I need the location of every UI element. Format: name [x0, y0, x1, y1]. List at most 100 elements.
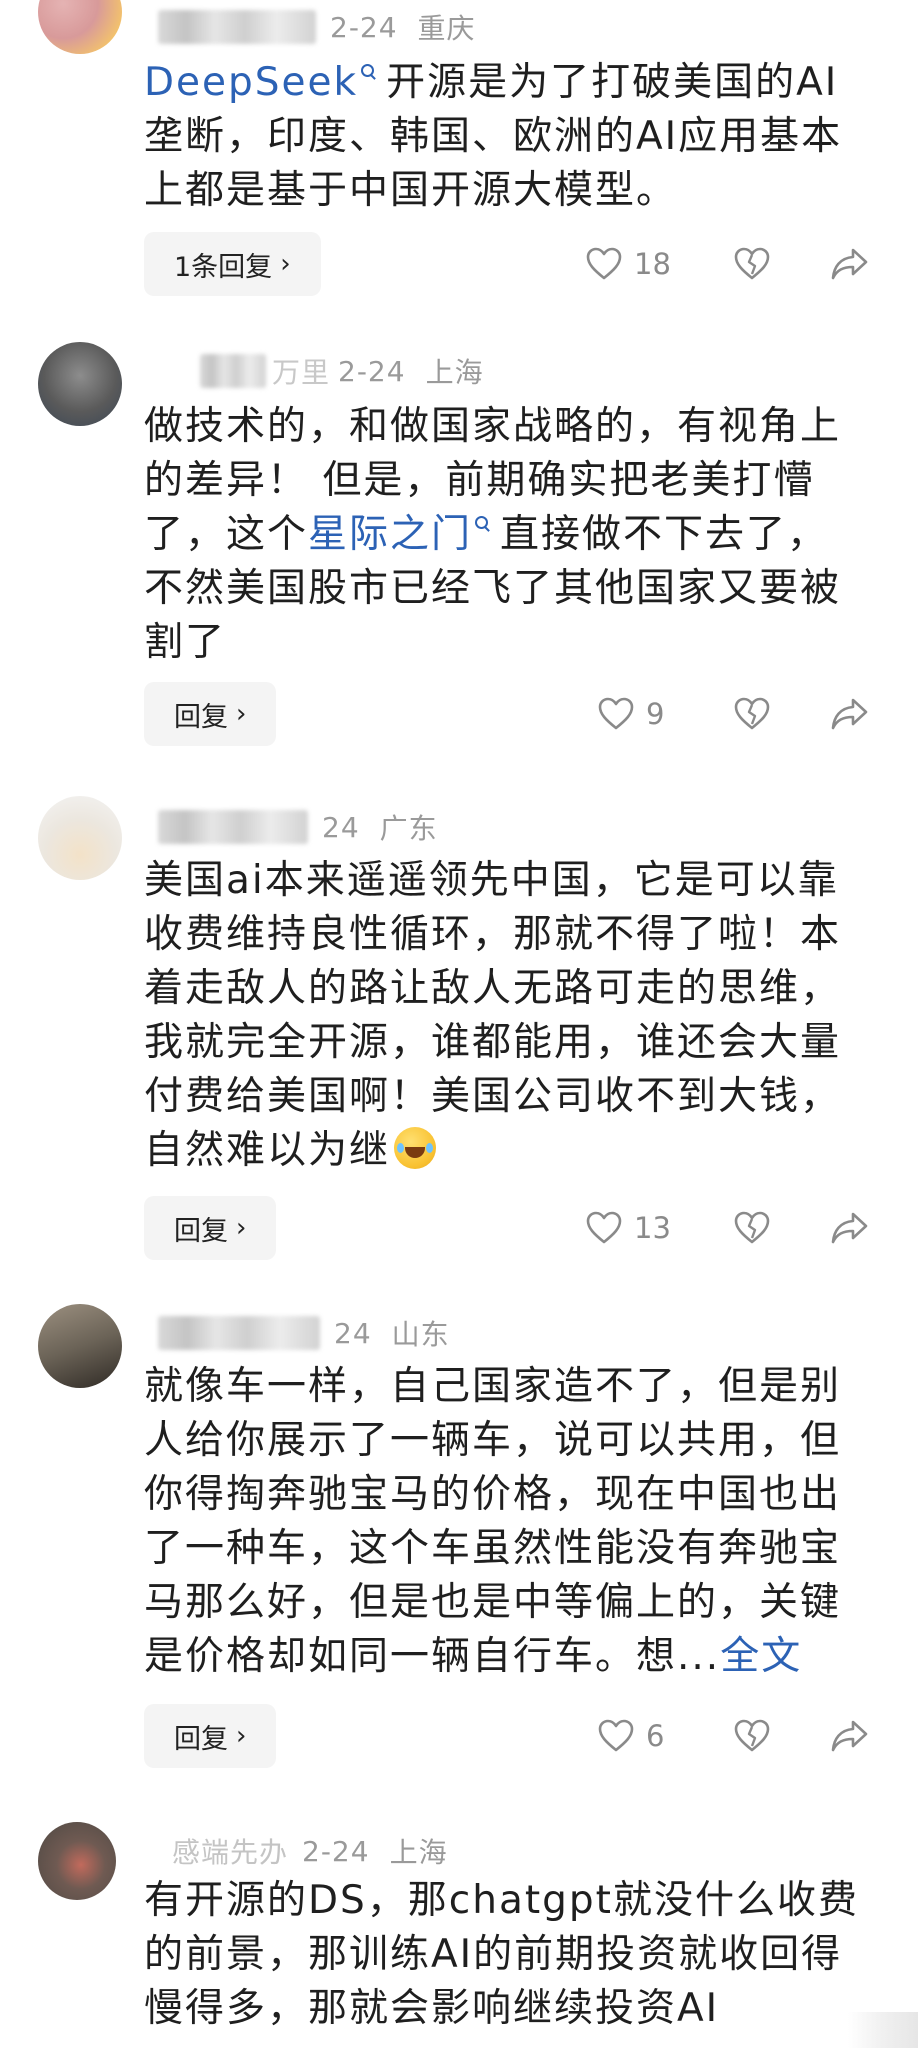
- comment-actions: 6: [598, 1704, 876, 1768]
- comment-actions: 18: [586, 232, 876, 296]
- laughing-emoji: [394, 1127, 437, 1169]
- username-partial[interactable]: 感端先办: [172, 1831, 288, 1871]
- comment-text-line: 直接做不下去了，: [500, 512, 829, 557]
- ellipsis: ...: [677, 1634, 721, 1679]
- expand-full-text-link[interactable]: 全文: [720, 1634, 802, 1679]
- comment-actions: 13: [586, 1196, 876, 1260]
- avatar[interactable]: [38, 1822, 116, 1900]
- comment-actions: 9: [598, 682, 876, 746]
- share-icon: [831, 1720, 868, 1752]
- comment-meta: 感端先办 2-24 上海: [172, 1828, 448, 1874]
- username-blurred[interactable]: [158, 1316, 320, 1350]
- comment-text-line: 慢得多，那就会影响继续投资AI: [144, 1986, 720, 2031]
- comment-date: 2-24: [302, 1834, 370, 1868]
- comment-text-line: 我就完全开源，谁都能用，谁还会大量: [144, 1020, 842, 1065]
- comment-location: 上海: [425, 356, 484, 389]
- comment-text-line: 人给你展示了一辆车，说可以共用，但: [144, 1418, 842, 1463]
- dislike-heart-icon: [734, 1211, 770, 1244]
- avatar[interactable]: [38, 796, 122, 880]
- comment-date: 2-24: [338, 354, 406, 388]
- comment-meta: 24 广东: [158, 804, 438, 850]
- reply-button-label: 回复: [174, 701, 228, 733]
- dislike-button[interactable]: [730, 242, 774, 286]
- heart-icon: [586, 247, 622, 280]
- comment-location: 重庆: [417, 12, 476, 45]
- comment-text-line: 开源是为了打破美国的AI: [386, 60, 839, 105]
- username-blurred[interactable]: [200, 354, 266, 388]
- heart-icon: [598, 1719, 634, 1752]
- comment-text-line: 就像车一样，自己国家造不了，但是别: [144, 1364, 842, 1409]
- comment-date: 2-24: [330, 10, 398, 44]
- comment-text: 有开源的DS，那chatgpt就没什么收费 的前景，那训练AI的前期投资就收回得…: [144, 1874, 864, 2036]
- reply-button-label: 回复: [174, 1723, 228, 1755]
- comment-text-line: 割了: [144, 620, 227, 665]
- comment-text: DeepSeek 开源是为了打破美国的AI 垄断，印度、韩国、欧洲的AI应用基本 …: [144, 56, 844, 218]
- comment-text-line: 的前景，那训练AI的前期投资就收回得: [144, 1932, 843, 1977]
- keyword-link-deepseek[interactable]: DeepSeek: [144, 60, 358, 105]
- heart-icon: [598, 697, 634, 730]
- username-blurred[interactable]: [158, 10, 316, 44]
- comment-text-line: 的差异！ 但是，前期确实把老美打懵: [144, 458, 815, 503]
- search-icon: [475, 516, 489, 529]
- like-count: 9: [646, 697, 665, 731]
- username-blurred[interactable]: [158, 810, 308, 844]
- reply-button[interactable]: 回复 ›: [144, 682, 277, 746]
- comment-text-line: 着走敌人的路让敌人无路可走的思维，: [144, 966, 842, 1011]
- comment-text-line: 美国ai本来遥遥领先中国，它是可以靠: [144, 858, 839, 903]
- like-button[interactable]: 6: [598, 1719, 664, 1753]
- comment-meta: 2-24 重庆: [158, 4, 476, 50]
- watermark: [848, 2012, 918, 2048]
- like-button[interactable]: 13: [586, 1211, 671, 1245]
- like-count: 13: [634, 1211, 671, 1245]
- comment-text-line: 不然美国股市已经飞了其他国家又要被: [144, 566, 842, 611]
- comment-text: 美国ai本来遥遥领先中国，它是可以靠 收费维持良性循环，那就不得了啦！本 着走敌…: [144, 854, 844, 1178]
- comment-text-line: 上都是基于中国开源大模型。: [144, 168, 678, 213]
- comment-text-line: 了一种车，这个车虽然性能没有奔驰宝: [144, 1526, 842, 1571]
- share-icon: [831, 698, 868, 730]
- dislike-button[interactable]: [730, 692, 774, 736]
- avatar[interactable]: [38, 0, 122, 54]
- like-count: 18: [634, 247, 671, 281]
- avatar[interactable]: [38, 342, 122, 426]
- comment-text-line: 是价格却如同一辆自行车。想: [144, 1634, 678, 1679]
- comment-text-line: 收费维持良性循环，那就不得了啦！本: [144, 912, 842, 957]
- share-icon: [831, 1212, 868, 1244]
- chevron-right-icon: ›: [236, 1721, 247, 1751]
- comment-meta: 万里 2-24 上海: [200, 348, 484, 394]
- comment-text-line: 有开源的DS，那chatgpt就没什么收费: [144, 1878, 859, 1923]
- share-button[interactable]: [828, 1714, 872, 1758]
- like-button[interactable]: 18: [586, 247, 671, 281]
- heart-icon: [586, 1211, 622, 1244]
- comment-text-line: 自然难以为继: [144, 1128, 391, 1173]
- keyword-link-stargate[interactable]: 星际之门: [308, 512, 472, 557]
- comment-text: 就像车一样，自己国家造不了，但是别 人给你展示了一辆车，说可以共用，但 你得掏奔…: [144, 1360, 844, 1684]
- reply-button-label: 回复: [174, 1215, 228, 1247]
- username-partial: 万里: [272, 356, 331, 389]
- avatar[interactable]: [38, 1304, 122, 1388]
- comment-text-line: 你得掏奔驰宝马的价格，现在中国也出: [144, 1472, 842, 1517]
- comment-text-line: 马那么好，但是也是中等偏上的，关键: [144, 1580, 842, 1625]
- comment-text: 做技术的，和做国家战略的，有视角上 的差异！ 但是，前期确实把老美打懵 了，这个…: [144, 400, 844, 670]
- comment-location: 上海: [389, 1836, 448, 1869]
- reply-button[interactable]: 回复 ›: [144, 1196, 277, 1260]
- dislike-heart-icon: [734, 697, 770, 730]
- share-button[interactable]: [828, 242, 872, 286]
- share-button[interactable]: [828, 1206, 872, 1250]
- like-button[interactable]: 9: [598, 697, 664, 731]
- dislike-button[interactable]: [730, 1206, 774, 1250]
- view-replies-button[interactable]: 1条回复 ›: [144, 232, 321, 296]
- comment-text-line: 付费给美国啊！美国公司收不到大钱，: [144, 1074, 842, 1119]
- chevron-right-icon: ›: [236, 1213, 247, 1243]
- search-icon: [361, 64, 375, 77]
- dislike-button[interactable]: [730, 1714, 774, 1758]
- comment-location: 广东: [379, 812, 438, 845]
- reply-button[interactable]: 回复 ›: [144, 1704, 277, 1768]
- share-button[interactable]: [828, 692, 872, 736]
- comment-date: 24: [334, 1316, 372, 1350]
- reply-button-label: 1条回复: [174, 251, 273, 283]
- comment-text-line: 做技术的，和做国家战略的，有视角上: [144, 404, 842, 449]
- chevron-right-icon: ›: [280, 249, 291, 279]
- like-count: 6: [646, 1719, 665, 1753]
- dislike-heart-icon: [734, 1719, 770, 1752]
- comment-location: 山东: [391, 1318, 450, 1351]
